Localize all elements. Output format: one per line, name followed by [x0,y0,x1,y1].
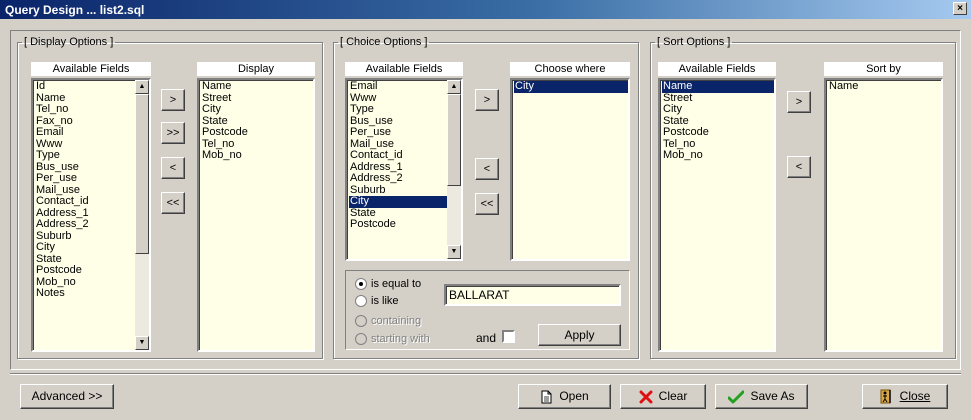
radio-label: starting with [371,333,430,345]
radio-button[interactable] [355,278,367,290]
scroll-thumb[interactable] [447,94,461,186]
display-add-all-button[interactable]: >> [161,122,185,144]
list-item[interactable]: Postcode [35,264,149,277]
close-label: Close [899,389,931,403]
list-item[interactable]: Type [35,149,149,162]
close-button[interactable]: Close [862,384,948,409]
list-item[interactable]: Tel_no [35,103,149,116]
red-x-icon [639,390,653,404]
choice-remove-button[interactable]: < [475,158,499,180]
and-label: and [476,331,497,345]
sort-available-list[interactable]: Name Street City State Postcode Tel_no Mob_no [658,78,776,352]
list-item[interactable]: Email [35,126,149,139]
list-item[interactable]: Name [201,80,313,93]
list-item[interactable]: Notes [35,287,149,300]
list-item[interactable]: Mob_no [201,149,313,162]
list-item[interactable]: Postcode [662,126,774,139]
save-as-button[interactable]: Save As [715,384,808,409]
list-item[interactable]: Address_2 [35,218,149,231]
list-item[interactable]: City [514,80,628,93]
choose-where-header: Choose where [510,62,630,76]
close-icon: × [957,3,963,14]
list-item[interactable]: Postcode [201,126,313,139]
close-window-button[interactable]: × [953,2,967,15]
scroll-down-icon[interactable]: ▼ [135,336,149,350]
open-file-icon [541,390,552,404]
display-items: Name Street City State Postcode Tel_no Mob_no [199,80,313,162]
radio-label: containing [371,315,422,327]
list-item[interactable]: Name [662,80,774,93]
list-item[interactable]: Per_use [35,172,149,185]
list-item[interactable]: City [662,103,774,116]
display-options-legend: [ Display Options ] [24,36,114,48]
list-item[interactable]: Postcode [349,218,461,231]
choice-remove-all-button[interactable]: << [475,193,499,215]
radio-label: is like [371,295,399,307]
display-available-header: Available Fields [31,62,151,76]
title-bar: Query Design ... list2.sql × [0,0,971,19]
and-checkbox[interactable] [502,330,515,343]
choose-where-items: City [512,80,628,93]
display-header: Display [197,62,315,76]
choice-available-items: Email Www Type Bus_use Per_use Mail_use Contac… [347,80,461,231]
list-item[interactable]: Contact_id [35,195,149,208]
apply-button[interactable]: Apply [538,324,621,346]
sort-remove-button[interactable]: < [787,156,811,178]
scroll-thumb[interactable] [135,94,149,254]
choice-available-list[interactable]: Email Www Type Bus_use Per_use Mail_use Contac… [345,78,463,261]
exit-door-icon [880,389,891,404]
window-title: Query Design ... list2.sql [5,3,145,17]
open-label: Open [559,389,589,403]
radio-button [355,315,367,327]
scroll-up-icon[interactable]: ▲ [135,80,149,94]
radio-button [355,333,367,345]
choice-available-scrollbar[interactable]: ▲ ▼ [447,80,461,259]
display-available-scrollbar[interactable]: ▲ ▼ [135,80,149,350]
clear-button[interactable]: Clear [620,384,706,409]
choice-available-header: Available Fields [345,62,463,76]
radio-button[interactable] [355,295,367,307]
radio-label: is equal to [371,278,422,290]
green-check-icon [728,390,745,404]
list-item[interactable]: Name [828,80,941,93]
sort-available-header: Available Fields [658,62,776,76]
scroll-up-icon[interactable]: ▲ [447,80,461,94]
list-item[interactable]: Contact_id [349,149,461,162]
list-item[interactable]: Type [349,103,461,116]
advanced-button[interactable]: Advanced >> [20,384,114,409]
choice-options-legend: [ Choice Options ] [340,36,428,48]
sort-by-items: Name [826,80,941,93]
save-as-label: Save As [750,389,795,403]
footer-divider [10,373,961,375]
display-available-items: Id Name Tel_no Fax_no Email Www Type Bus_use Per… [33,80,149,300]
condition-value-input[interactable]: BALLARAT [444,284,621,306]
sort-options-legend: [ Sort Options ] [657,36,731,48]
choose-where-list[interactable]: City [510,78,630,261]
scroll-down-icon[interactable]: ▼ [447,245,461,259]
sort-by-header: Sort by [824,62,943,76]
list-item[interactable]: Per_use [349,126,461,139]
display-list[interactable]: Name Street City State Postcode Tel_no Mob_no [197,78,315,352]
display-remove-button[interactable]: < [161,157,185,179]
display-add-button[interactable]: > [161,89,185,111]
choice-add-button[interactable]: > [475,89,499,111]
list-item[interactable]: City [201,103,313,116]
list-item[interactable]: City [35,241,149,254]
display-available-list[interactable]: Id Name Tel_no Fax_no Email Www Type Bus_use Per… [31,78,151,352]
list-item[interactable]: Address_2 [349,172,461,185]
sort-add-button[interactable]: > [787,91,811,113]
list-item[interactable]: City [349,195,461,208]
display-remove-all-button[interactable]: << [161,192,185,214]
list-item[interactable]: Mob_no [662,149,774,162]
sort-by-list[interactable]: Name [824,78,943,352]
list-item[interactable]: Email [349,80,461,93]
list-item[interactable]: Id [35,80,149,93]
sort-available-items: Name Street City State Postcode Tel_no Mob_no [660,80,774,162]
clear-label: Clear [658,389,688,403]
open-button[interactable]: Open [518,384,611,409]
